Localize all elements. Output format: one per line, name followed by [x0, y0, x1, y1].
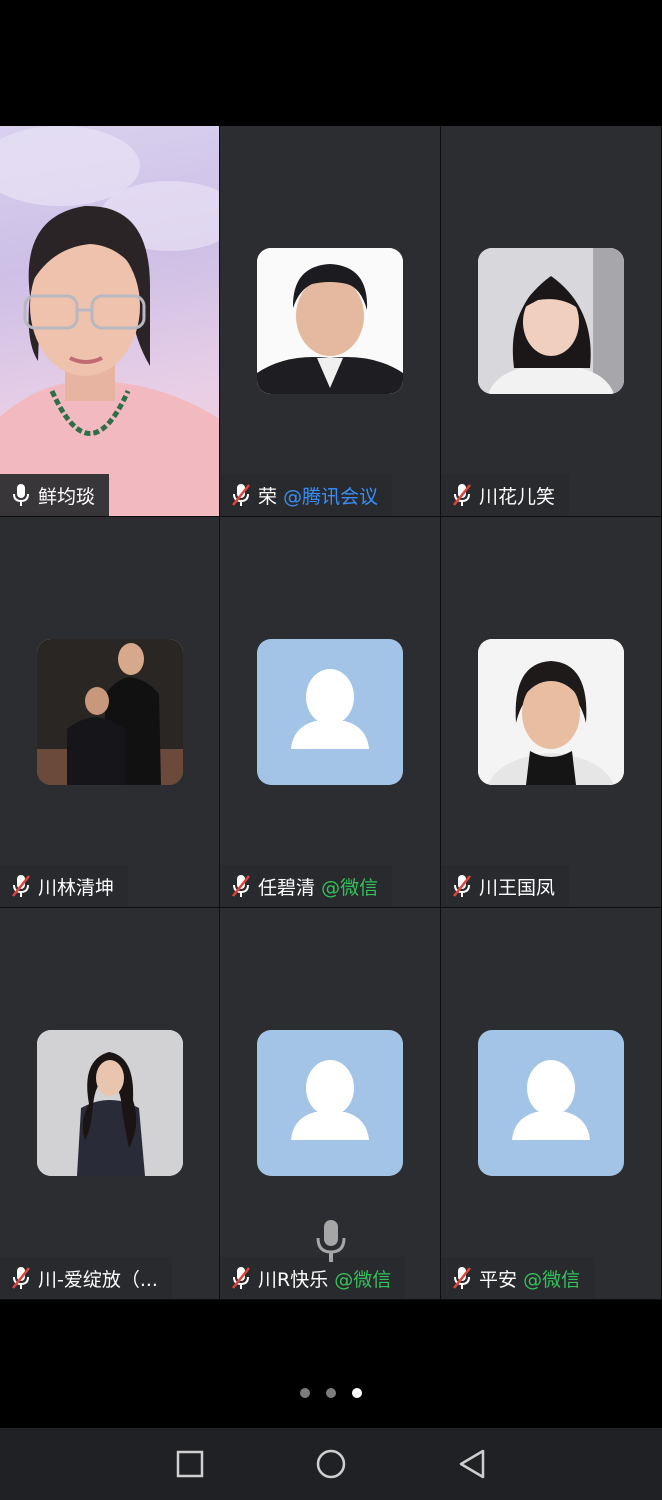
participant-grid: 鲜均琰 荣 @腾讯会议 川花儿笑 川林清坤 任碧清 @微信 川王国凤 川-爱绽放… — [0, 126, 662, 1300]
microphone-muted-icon — [453, 1267, 471, 1289]
system-navigation-bar — [0, 1428, 662, 1500]
participant-tile[interactable]: 任碧清 @微信 — [220, 517, 441, 908]
participant-avatar — [36, 639, 183, 785]
page-indicator — [0, 1388, 662, 1398]
page-dot[interactable] — [326, 1388, 336, 1398]
participant-namebar: 川-爱绽放（... — [0, 1257, 172, 1299]
recent-apps-button[interactable] — [172, 1446, 208, 1482]
microphone-muted-icon — [232, 1267, 250, 1289]
back-button[interactable] — [454, 1446, 490, 1482]
participant-namebar: 平安 @微信 — [441, 1257, 595, 1299]
circle-icon — [316, 1449, 346, 1479]
participant-tile[interactable]: 川花儿笑 — [441, 126, 662, 517]
microphone-muted-icon — [453, 875, 471, 897]
participant-name: 荣 — [258, 485, 278, 508]
participant-name: 川-爱绽放（... — [38, 1268, 158, 1291]
participant-name: 川王国凤 — [479, 876, 556, 899]
person-silhouette-icon — [257, 1030, 403, 1176]
microphone-icon — [13, 484, 29, 506]
participant-namebar: 荣 @腾讯会议 — [220, 474, 393, 516]
page-dot[interactable] — [300, 1388, 310, 1398]
participant-avatar — [257, 248, 403, 394]
person-silhouette-icon — [257, 639, 403, 785]
participant-source-tag: @腾讯会议 — [283, 485, 379, 508]
participant-source-tag: @微信 — [523, 1268, 581, 1291]
microphone-muted-icon — [232, 875, 250, 897]
participant-tile[interactable]: 荣 @腾讯会议 — [220, 126, 441, 517]
page-dot-active[interactable] — [352, 1388, 362, 1398]
participant-namebar: 川花儿笑 — [441, 474, 570, 516]
participant-tile[interactable]: 川王国凤 — [441, 517, 662, 908]
participant-name: 川R快乐 — [258, 1268, 329, 1291]
participant-namebar: 川王国凤 — [441, 865, 570, 907]
participant-tile[interactable]: 平安 @微信 — [441, 908, 662, 1300]
participant-tile[interactable]: 川林清坤 — [0, 517, 220, 908]
participant-namebar: 川林清坤 — [0, 865, 129, 907]
triangle-back-icon — [459, 1449, 485, 1479]
participant-namebar: 鲜均琰 — [0, 474, 110, 516]
microphone-muted-icon — [232, 484, 250, 506]
square-icon — [176, 1450, 204, 1478]
participant-source-tag: @微信 — [321, 876, 379, 899]
participant-namebar: 任碧清 @微信 — [220, 865, 393, 907]
participant-tile[interactable]: 川-爱绽放（... — [0, 908, 220, 1300]
participant-name: 川林清坤 — [38, 876, 115, 899]
participant-name: 平安 — [479, 1268, 518, 1291]
microphone-muted-icon — [12, 1267, 30, 1289]
floating-microphone-icon[interactable] — [315, 1220, 347, 1262]
participant-avatar — [478, 248, 624, 394]
microphone-muted-icon — [12, 875, 30, 897]
participant-name: 任碧清 — [258, 876, 316, 899]
person-silhouette-icon — [478, 1030, 624, 1176]
participant-name: 鲜均琰 — [38, 485, 96, 508]
participant-video — [0, 126, 219, 516]
microphone-muted-icon — [453, 484, 471, 506]
home-button[interactable] — [313, 1446, 349, 1482]
participant-avatar — [36, 1030, 183, 1176]
participant-namebar: 川R快乐 @微信 — [220, 1257, 406, 1299]
participant-name: 川花儿笑 — [479, 485, 556, 508]
participant-source-tag: @微信 — [334, 1268, 392, 1291]
participant-tile[interactable]: 鲜均琰 — [0, 126, 220, 517]
participant-avatar — [478, 639, 624, 785]
